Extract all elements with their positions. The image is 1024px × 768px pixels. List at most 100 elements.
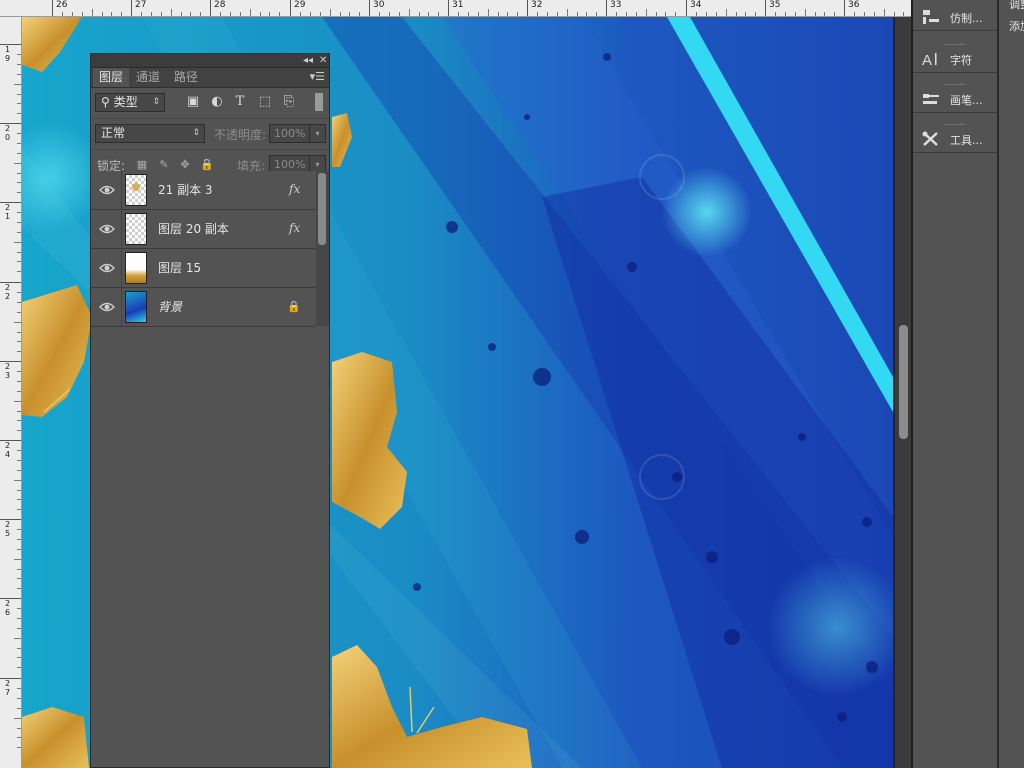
ruler-minor-tick — [17, 460, 21, 461]
visibility-eye-icon[interactable] — [99, 182, 115, 198]
character-panel-button[interactable]: A 字符 — [913, 42, 997, 73]
ruler-left-digit: 2 — [5, 283, 11, 292]
opacity-dropdown[interactable]: ▾ — [309, 124, 326, 143]
ruler-minor-tick — [17, 64, 21, 65]
collapsed-panel-dock: 仿制... A 字符 画笔... 工具... — [913, 0, 998, 768]
shape-filter-icon[interactable]: ⬚ — [257, 94, 273, 110]
lock-brush-icon[interactable]: ✎ — [157, 158, 171, 172]
layer-name[interactable]: 21 副本 3 — [158, 171, 213, 209]
ruler-minor-tick — [646, 9, 647, 16]
search-icon: ⚲ — [101, 95, 110, 109]
ruler-minor-tick — [17, 430, 21, 431]
layer-effects-icon[interactable]: fx — [289, 182, 300, 196]
ruler-minor-tick — [874, 12, 875, 16]
ruler-left-digit: 2 — [5, 441, 11, 450]
updown-arrow-icon: ⇕ — [152, 97, 160, 107]
lock-all-icon[interactable]: 🔒 — [200, 158, 214, 172]
dock-grip[interactable] — [945, 84, 965, 87]
ruler-minor-tick — [17, 509, 21, 510]
vertical-ruler[interactable]: 192021222324252627 — [0, 17, 22, 768]
layer-name[interactable]: 图层 15 — [158, 249, 201, 287]
visibility-eye-icon[interactable] — [99, 299, 115, 315]
lock-icon: 🔒 — [287, 300, 301, 313]
ruler-minor-tick — [151, 12, 152, 16]
ruler-minor-tick — [17, 113, 21, 114]
layer-row[interactable]: 图层 20 副本 fx — [91, 210, 316, 249]
ruler-minor-tick — [656, 12, 657, 16]
layer-row[interactable]: 21 副本 3 fx — [91, 171, 316, 210]
layer-name[interactable]: 图层 20 副本 — [158, 210, 229, 248]
ruler-minor-tick — [17, 391, 21, 392]
filter-toggle-icon[interactable] — [315, 93, 323, 111]
ruler-top-label: 29 — [290, 0, 305, 16]
ruler-top-label: 30 — [369, 0, 384, 16]
ruler-top-label: 26 — [52, 0, 67, 16]
row-divider — [121, 171, 122, 209]
layers-scrollbar-thumb[interactable] — [318, 173, 326, 245]
ruler-minor-tick — [17, 54, 21, 55]
ruler-minor-tick — [17, 470, 21, 471]
adjustment-filter-icon[interactable]: ◐ — [209, 94, 225, 110]
scrollbar-thumb[interactable] — [899, 325, 908, 439]
filter-kind-select[interactable]: ⚲ 类型 ⇕ — [95, 93, 165, 112]
ruler-minor-tick — [17, 212, 21, 213]
layer-row[interactable]: 背景 🔒 — [91, 288, 316, 327]
close-icon[interactable]: ✕ — [319, 54, 327, 67]
ruler-minor-tick — [17, 252, 21, 253]
layer-name[interactable]: 背景 — [158, 288, 182, 326]
horizontal-ruler[interactable]: 26 27 28 29 30 31 32 33 34 35 36 — [0, 0, 911, 17]
blend-mode-select[interactable]: 正常 ⇕ — [95, 124, 205, 143]
layer-effects-icon[interactable]: fx — [289, 221, 300, 235]
visibility-eye-icon[interactable] — [99, 221, 115, 237]
smart-object-filter-icon[interactable]: ⎘ — [281, 94, 297, 110]
clone-source-panel-button[interactable]: 仿制... — [913, 0, 997, 31]
ruler-minor-tick — [795, 12, 796, 16]
character-icon: A — [922, 52, 937, 68]
pixel-filter-icon[interactable]: ▣ — [185, 94, 201, 110]
ruler-minor-tick — [696, 12, 697, 16]
ruler-minor-tick — [190, 12, 191, 16]
adjustments-panel-title: 调整 — [1009, 0, 1024, 11]
double-chevron-left-icon[interactable]: ◂◂ — [303, 54, 313, 67]
opacity-label: 不透明度: — [214, 128, 267, 142]
tool-presets-panel-button[interactable]: 工具... — [913, 122, 997, 153]
dock-grip[interactable] — [945, 44, 965, 47]
ruler-left-digit: 2 — [5, 599, 11, 608]
ruler-minor-tick — [17, 261, 21, 262]
ruler-minor-tick — [17, 74, 21, 75]
row-divider — [121, 210, 122, 248]
opacity-field[interactable]: 100% — [269, 124, 313, 143]
ruler-minor-tick — [17, 628, 21, 629]
ruler-minor-tick — [785, 12, 786, 16]
ruler-minor-tick — [359, 12, 360, 16]
brush-presets-panel-button[interactable]: 画笔... — [913, 82, 997, 113]
ruler-minor-tick — [547, 12, 548, 16]
ruler-minor-tick — [665, 12, 666, 16]
type-filter-icon[interactable]: T — [232, 94, 248, 110]
panel-menu-icon[interactable]: ▾☰ — [310, 70, 325, 83]
tab-paths[interactable]: 路径 — [168, 68, 204, 87]
row-divider — [121, 249, 122, 287]
ruler-left-digit: 7 — [5, 688, 11, 697]
layer-row[interactable]: 图层 15 — [91, 249, 316, 288]
layers-scrollbar[interactable] — [316, 171, 329, 326]
tab-layers[interactable]: 图层 — [93, 68, 130, 87]
layer-thumbnail — [125, 291, 147, 323]
lock-move-icon[interactable]: ✥ — [178, 158, 192, 172]
ruler-top-label: 33 — [606, 0, 621, 16]
ruler-minor-tick — [17, 578, 21, 579]
dock-grip[interactable] — [945, 124, 965, 127]
panel-title-bar[interactable]: ◂◂ ✕ — [91, 54, 329, 68]
lock-transparent-icon[interactable]: ▦ — [135, 158, 149, 172]
ruler-minor-tick — [72, 12, 73, 16]
ruler-minor-tick — [17, 588, 21, 589]
ruler-minor-tick — [17, 450, 21, 451]
layer-filter-row: ⚲ 类型 ⇕ ▣ ◐ T ⬚ ⎘ — [91, 88, 329, 119]
ruler-minor-tick — [17, 529, 21, 530]
layer-thumbnail — [125, 174, 147, 206]
visibility-eye-icon[interactable] — [99, 260, 115, 276]
canvas-vertical-scrollbar[interactable] — [894, 17, 912, 768]
ruler-minor-tick — [468, 12, 469, 16]
ruler-left-digit: 2 — [5, 292, 11, 301]
tab-channels[interactable]: 通道 — [130, 68, 166, 87]
